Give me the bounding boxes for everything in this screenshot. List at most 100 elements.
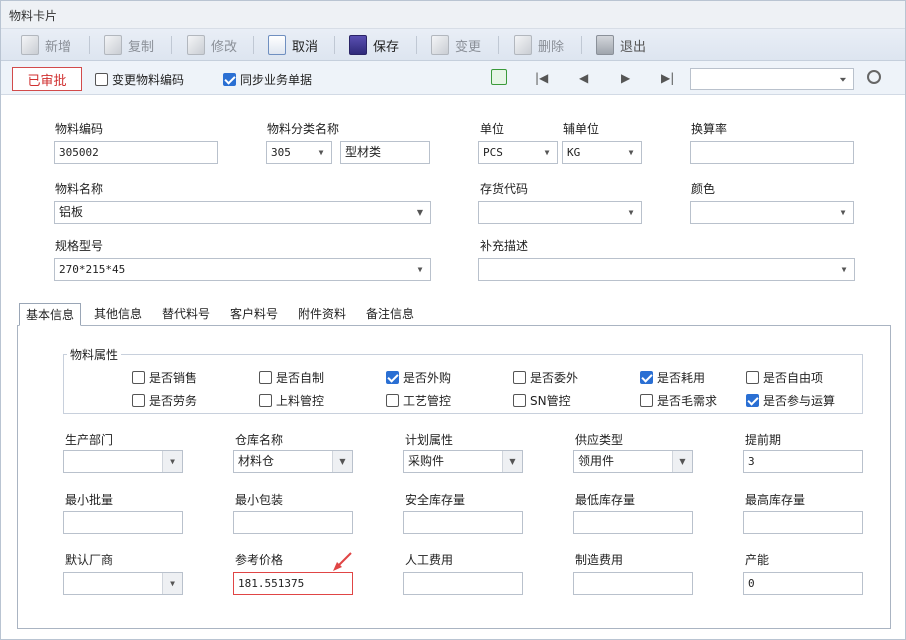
safety-stock-field[interactable]: [403, 511, 523, 534]
category-name-value: 型材类: [345, 145, 382, 159]
copy-button[interactable]: 复制: [104, 29, 154, 61]
attribute-label: 工艺管控: [403, 394, 452, 408]
name-label: 物料名称: [55, 182, 104, 196]
color-select[interactable]: ▼: [690, 201, 854, 224]
safety-stock-label: 安全库存量: [405, 493, 466, 507]
change-label: 变更: [455, 39, 482, 55]
max-stock-field[interactable]: [743, 511, 863, 534]
category-code-select[interactable]: 305 ▼: [266, 141, 332, 164]
dept-select[interactable]: ▼: [63, 450, 183, 473]
toolbar-separator: [498, 36, 499, 54]
exit-door-icon: [596, 35, 614, 55]
min-batch-field[interactable]: [63, 511, 183, 534]
aux-unit-select[interactable]: KG ▼: [562, 141, 642, 164]
new-button[interactable]: 新增: [21, 29, 71, 61]
first-record-icon[interactable]: |◀: [535, 71, 548, 85]
lead-label: 提前期: [745, 433, 782, 447]
save-label: 保存: [373, 39, 400, 55]
attribute-label: 上料管控: [276, 394, 325, 408]
exit-button[interactable]: 退出: [596, 29, 646, 61]
attribute-checkbox[interactable]: 是否自由项: [746, 369, 823, 386]
attribute-label: 是否参与运算: [763, 394, 836, 408]
attribute-checkbox[interactable]: 是否参与运算: [746, 392, 835, 409]
attribute-checkbox[interactable]: 是否委外: [513, 369, 578, 386]
chevron-down-icon: ▼: [502, 451, 522, 472]
attribute-checkbox[interactable]: 是否自制: [259, 369, 324, 386]
attribute-checkbox[interactable]: 是否毛需求: [640, 392, 717, 409]
warehouse-label: 仓库名称: [235, 433, 284, 447]
attribute-checkbox[interactable]: SN管控: [513, 392, 571, 409]
attribute-label: 是否委外: [530, 371, 579, 385]
tab-other-info[interactable]: 其他信息: [94, 303, 142, 326]
magnifier-icon[interactable]: [867, 70, 881, 84]
chevron-down-icon: ▼: [621, 202, 641, 223]
sync-docs-checkbox[interactable]: 同步业务单据: [223, 71, 312, 88]
supply-select[interactable]: 领用件 ▼: [573, 450, 693, 473]
toolbar: 新增 复制 修改 取消 保存 变更 删除 退出: [1, 29, 905, 61]
warehouse-select[interactable]: 材料仓 ▼: [233, 450, 353, 473]
last-record-icon[interactable]: ▶|: [661, 71, 674, 85]
lead-field[interactable]: 3: [743, 450, 863, 473]
cancel-button[interactable]: 取消: [268, 29, 318, 61]
vendor-select[interactable]: ▼: [63, 572, 183, 595]
attribute-checkbox[interactable]: 是否外购: [386, 369, 451, 386]
change-button[interactable]: 变更: [431, 29, 481, 61]
attribute-checkbox[interactable]: 上料管控: [259, 392, 324, 409]
chevron-down-icon: ▼: [672, 451, 692, 472]
ref-price-field[interactable]: 181.551375: [233, 572, 353, 595]
cancel-label: 取消: [292, 39, 319, 55]
checkbox-box: [386, 371, 399, 384]
spec-select[interactable]: 270*215*45 ▼: [54, 258, 431, 281]
checkbox-box: [513, 371, 526, 384]
min-pack-field[interactable]: [233, 511, 353, 534]
checkbox-box: [223, 73, 236, 86]
copy-icon: [104, 35, 122, 55]
next-record-icon[interactable]: ▶: [621, 71, 630, 85]
record-select[interactable]: [690, 68, 854, 90]
code-field[interactable]: 305002: [54, 141, 218, 164]
aux-unit-value: KG: [567, 146, 581, 159]
change-code-checkbox[interactable]: 变更物料编码: [95, 71, 184, 88]
mfg-cost-field[interactable]: [573, 572, 693, 595]
tab-substitute-codes[interactable]: 替代料号: [162, 303, 210, 326]
capacity-field[interactable]: 0: [743, 572, 863, 595]
tab-remarks[interactable]: 备注信息: [366, 303, 414, 326]
status-row: 已审批 变更物料编码 同步业务单据 |◀ ◀ ▶ ▶|: [1, 61, 905, 95]
tab-customer-codes[interactable]: 客户料号: [230, 303, 278, 326]
labor-cost-field[interactable]: [403, 572, 523, 595]
checkbox-box: [132, 394, 145, 407]
chevron-down-icon: ▼: [621, 142, 641, 163]
tab-basic-info[interactable]: 基本信息: [19, 303, 82, 326]
extra-desc-select[interactable]: ▼: [478, 258, 855, 281]
material-card-window: 物料卡片 新增 复制 修改 取消 保存 变更 删除 退出 已审批 变更物料编码 …: [0, 0, 906, 640]
stock-code-label: 存货代码: [480, 182, 529, 196]
modify-label: 修改: [211, 39, 238, 55]
sync-docs-label: 同步业务单据: [240, 73, 313, 87]
category-name-field[interactable]: 型材类: [340, 141, 430, 164]
checkbox-box: [132, 371, 145, 384]
tab-attachments[interactable]: 附件资料: [298, 303, 346, 326]
chevron-down-icon: ▼: [162, 573, 182, 594]
stock-code-select[interactable]: ▼: [478, 201, 642, 224]
ratio-field[interactable]: [690, 141, 854, 164]
attribute-checkbox[interactable]: 是否耗用: [640, 369, 705, 386]
name-select[interactable]: 铝板 ▼: [54, 201, 431, 224]
min-stock-field[interactable]: [573, 511, 693, 534]
attributes-title: 物料属性: [67, 346, 122, 363]
change-code-label: 变更物料编码: [112, 73, 185, 87]
refresh-icon[interactable]: [491, 69, 507, 85]
modify-button[interactable]: 修改: [187, 29, 237, 61]
mfg-cost-label: 制造费用: [575, 553, 624, 567]
plan-select[interactable]: 采购件 ▼: [403, 450, 523, 473]
attribute-checkbox[interactable]: 是否劳务: [132, 392, 197, 409]
attribute-checkbox[interactable]: 是否销售: [132, 369, 197, 386]
dept-label: 生产部门: [65, 433, 114, 447]
save-button[interactable]: 保存: [349, 29, 399, 61]
unit-select[interactable]: PCS ▼: [478, 141, 558, 164]
prev-record-icon[interactable]: ◀: [579, 71, 588, 85]
attribute-label: 是否耗用: [657, 371, 706, 385]
category-code-value: 305: [271, 146, 291, 159]
checkbox-box: [746, 371, 759, 384]
attribute-checkbox[interactable]: 工艺管控: [386, 392, 451, 409]
delete-button[interactable]: 删除: [514, 29, 564, 61]
